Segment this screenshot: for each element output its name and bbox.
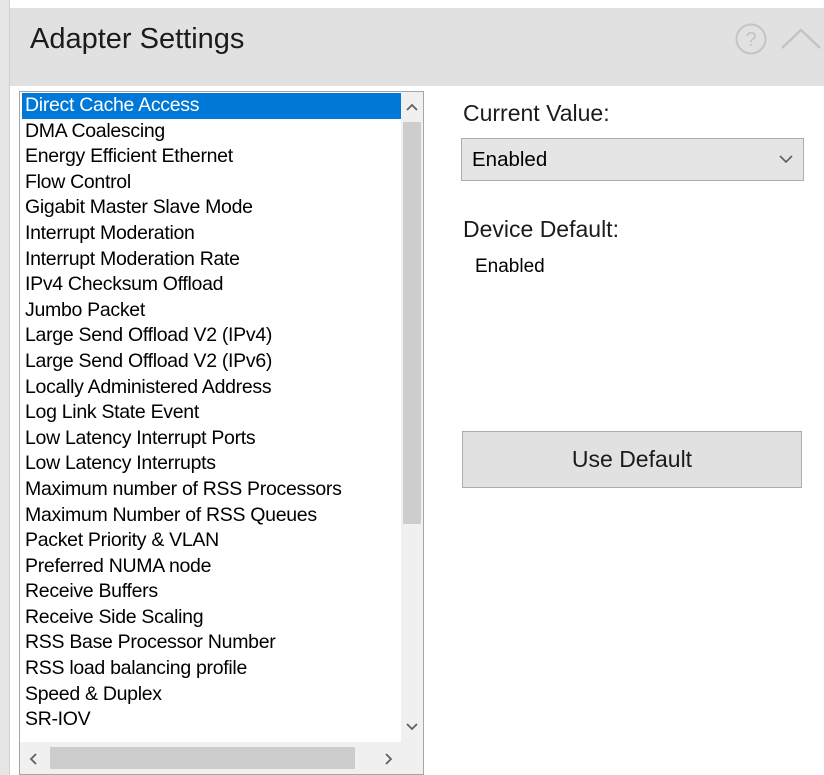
list-item[interactable]: RSS load balancing profile [22, 656, 402, 682]
list-item[interactable]: Large Send Offload V2 (IPv6) [22, 349, 402, 375]
scrollbar-corner [402, 742, 423, 774]
svg-text:?: ? [745, 29, 756, 51]
list-item[interactable]: Low Latency Interrupts [22, 451, 402, 477]
list-item[interactable]: Maximum number of RSS Processors [22, 477, 402, 503]
list-item[interactable]: Receive Buffers [22, 579, 402, 605]
list-item[interactable]: Large Send Offload V2 (IPv4) [22, 323, 402, 349]
chevron-right-icon [385, 752, 393, 765]
list-item[interactable]: Locally Administered Address [22, 375, 402, 401]
list-item[interactable]: SR-IOV [22, 707, 402, 733]
list-item[interactable]: Interrupt Moderation Rate [22, 247, 402, 273]
scroll-down-button[interactable] [401, 712, 423, 742]
settings-listbox[interactable]: Direct Cache Access DMA Coalescing Energy … [19, 91, 424, 775]
dropdown-selected-value: Enabled [472, 148, 548, 171]
chevron-up-icon[interactable] [778, 26, 824, 52]
chevron-up-icon [406, 103, 418, 111]
current-value-label: Current Value: [463, 100, 610, 126]
scroll-left-button[interactable] [20, 742, 46, 774]
adapter-settings-panel: Adapter Settings ? Direct Cache Access DM… [0, 0, 824, 775]
list-item[interactable]: DMA Coalescing [22, 119, 402, 145]
current-value-dropdown[interactable]: Enabled [461, 138, 804, 181]
list-item[interactable]: Direct Cache Access [22, 93, 402, 119]
list-item[interactable]: Maximum Number of RSS Queues [22, 503, 402, 529]
device-default-label: Device Default: [463, 216, 619, 242]
use-default-button[interactable]: Use Default [462, 431, 802, 488]
list-item[interactable]: Packet Priority & VLAN [22, 528, 402, 554]
scroll-up-button[interactable] [401, 92, 423, 122]
chevron-down-icon [779, 155, 793, 164]
list-item[interactable]: RSS Base Processor Number [22, 630, 402, 656]
list-item[interactable]: Energy Efficient Ethernet [22, 144, 402, 170]
chevron-left-icon [29, 752, 37, 765]
page-title: Adapter Settings [30, 23, 245, 55]
vertical-scroll-thumb[interactable] [403, 122, 421, 524]
panel-header: Adapter Settings ? [10, 8, 824, 86]
list-item[interactable]: Speed & Duplex [22, 682, 402, 708]
panel-left-edge [0, 0, 10, 775]
vertical-scrollbar[interactable] [401, 92, 423, 742]
horizontal-scroll-thumb[interactable] [50, 747, 355, 769]
device-default-value: Enabled [475, 256, 545, 277]
list-item[interactable]: IPv4 Checksum Offload [22, 272, 402, 298]
question-circle-icon[interactable]: ? [734, 22, 768, 56]
list-item[interactable]: Flow Control [22, 170, 402, 196]
horizontal-scrollbar[interactable] [20, 742, 402, 774]
list-item[interactable]: Gigabit Master Slave Mode [22, 195, 402, 221]
list-item[interactable]: Low Latency Interrupt Ports [22, 426, 402, 452]
settings-list: Direct Cache Access DMA Coalescing Energy … [22, 93, 402, 733]
list-item[interactable]: Log Link State Event [22, 400, 402, 426]
list-item[interactable]: Preferred NUMA node [22, 554, 402, 580]
list-item[interactable]: Jumbo Packet [22, 298, 402, 324]
chevron-down-icon [406, 723, 418, 731]
list-item[interactable]: Receive Side Scaling [22, 605, 402, 631]
list-item[interactable]: Interrupt Moderation [22, 221, 402, 247]
scroll-right-button[interactable] [376, 742, 402, 774]
